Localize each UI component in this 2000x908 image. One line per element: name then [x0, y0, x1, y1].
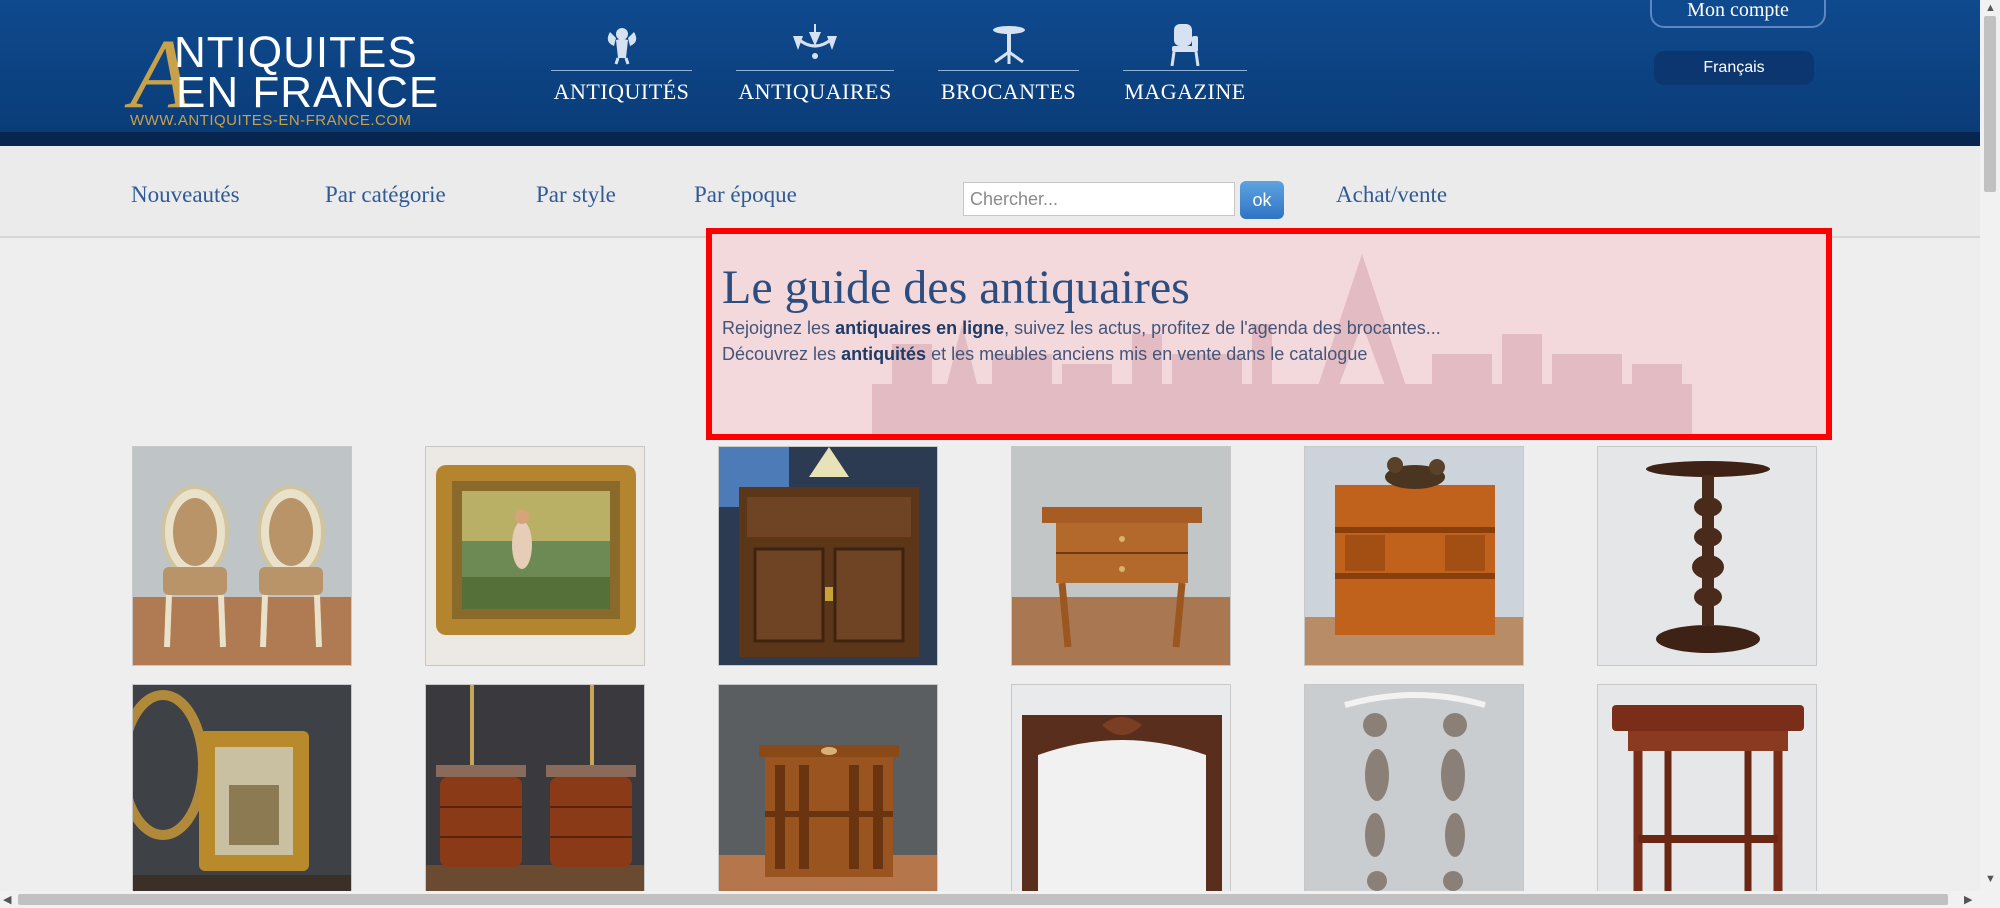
nav-divider: [938, 70, 1079, 71]
subnav-nouveautes[interactable]: Nouveautés: [131, 182, 240, 208]
product-tile-painting[interactable]: [425, 446, 645, 666]
nav-antiquites[interactable]: ANTIQUITÉS: [551, 24, 692, 114]
hero-line-1-prefix: Rejoignez les: [722, 318, 836, 338]
vertical-scroll-thumb[interactable]: [1984, 16, 1996, 192]
language-selector[interactable]: Français: [1654, 51, 1814, 85]
armchair-icon: [1123, 24, 1247, 66]
nav-label: BROCANTES: [940, 79, 1077, 104]
search-ok-button[interactable]: ok: [1240, 181, 1284, 219]
scroll-down-icon[interactable]: ▼: [1985, 873, 1996, 885]
nav-magazine[interactable]: MAGAZINE: [1123, 24, 1247, 114]
account-button[interactable]: Mon compte: [1650, 0, 1826, 28]
product-tile-armchairs[interactable]: [132, 446, 352, 666]
nav-divider: [736, 70, 894, 71]
scroll-right-icon[interactable]: ▶: [1964, 893, 1972, 906]
link-antiquaires-en-ligne[interactable]: antiquaires en ligne: [835, 318, 1004, 338]
site-header: A NTIQUITES EN FRANCE WWW.ANTIQUITES-EN-…: [0, 0, 1980, 146]
subnav-achat-vente[interactable]: Achat/vente: [1336, 182, 1447, 208]
product-tile-side-table[interactable]: [1011, 446, 1231, 666]
chandelier-icon: [736, 24, 894, 66]
nav-antiquaires[interactable]: ANTIQUAIRES: [736, 24, 894, 114]
product-tile-nightstands[interactable]: [425, 684, 645, 904]
product-tile-pedestal-table[interactable]: [1597, 446, 1817, 666]
subnav-par-style[interactable]: Par style: [536, 182, 616, 208]
nav-divider: [1123, 70, 1247, 71]
secondary-nav: Nouveautés Par catégorie Par style Par é…: [0, 146, 1980, 238]
nav-divider: [551, 70, 692, 71]
product-tile-bookcase-bronze[interactable]: [1304, 446, 1524, 666]
product-tile-revolving-bookcase[interactable]: [718, 684, 938, 904]
product-tile-mahogany-table[interactable]: [1597, 684, 1817, 904]
hero-line-1-suffix: , suivez les actus, profitez de l'agenda…: [1004, 318, 1441, 338]
hero-line-2-suffix: et les meubles anciens mis en vente dans…: [926, 344, 1368, 364]
pedestal-table-icon: [938, 24, 1079, 66]
site-logo[interactable]: A NTIQUITES EN FRANCE WWW.ANTIQUITES-EN-…: [130, 24, 440, 134]
nav-label: ANTIQUAIRES: [738, 79, 892, 104]
scroll-up-icon[interactable]: ▲: [1985, 2, 1996, 14]
nav-label: MAGAZINE: [1124, 79, 1246, 104]
subnav-par-categorie[interactable]: Par catégorie: [325, 182, 446, 208]
horizontal-scrollbar[interactable]: ◀ ▶: [0, 891, 2000, 908]
nav-label: ANTIQUITÉS: [553, 79, 690, 104]
vertical-scrollbar[interactable]: ▲ ▼: [1980, 0, 2000, 891]
hero-line-1: Rejoignez les antiquaires en ligne, suiv…: [722, 318, 1441, 339]
link-antiquites[interactable]: antiquités: [841, 344, 926, 364]
hero-banner: Le guide des antiquaires Rejoignez les a…: [706, 228, 1832, 440]
cherub-icon: [551, 24, 692, 66]
horizontal-scroll-thumb[interactable]: [18, 894, 1948, 905]
product-tile-fireplace[interactable]: [1011, 684, 1231, 904]
hero-title: Le guide des antiquaires: [722, 261, 1190, 314]
logo-line-2: EN FRANCE: [176, 68, 440, 117]
scroll-left-icon[interactable]: ◀: [3, 893, 11, 906]
nav-brocantes[interactable]: BROCANTES: [938, 24, 1079, 114]
hero-line-2-prefix: Découvrez les: [722, 344, 842, 364]
product-tile-carved-cabinet[interactable]: [718, 446, 938, 666]
search-input[interactable]: [963, 182, 1235, 216]
subnav-par-epoque[interactable]: Par époque: [694, 182, 797, 208]
product-tile-mirror[interactable]: [132, 684, 352, 904]
product-tile-earrings[interactable]: [1304, 684, 1524, 904]
hero-line-2: Découvrez les antiquités et les meubles …: [722, 344, 1367, 365]
logo-url: WWW.ANTIQUITES-EN-FRANCE.COM: [130, 112, 412, 129]
